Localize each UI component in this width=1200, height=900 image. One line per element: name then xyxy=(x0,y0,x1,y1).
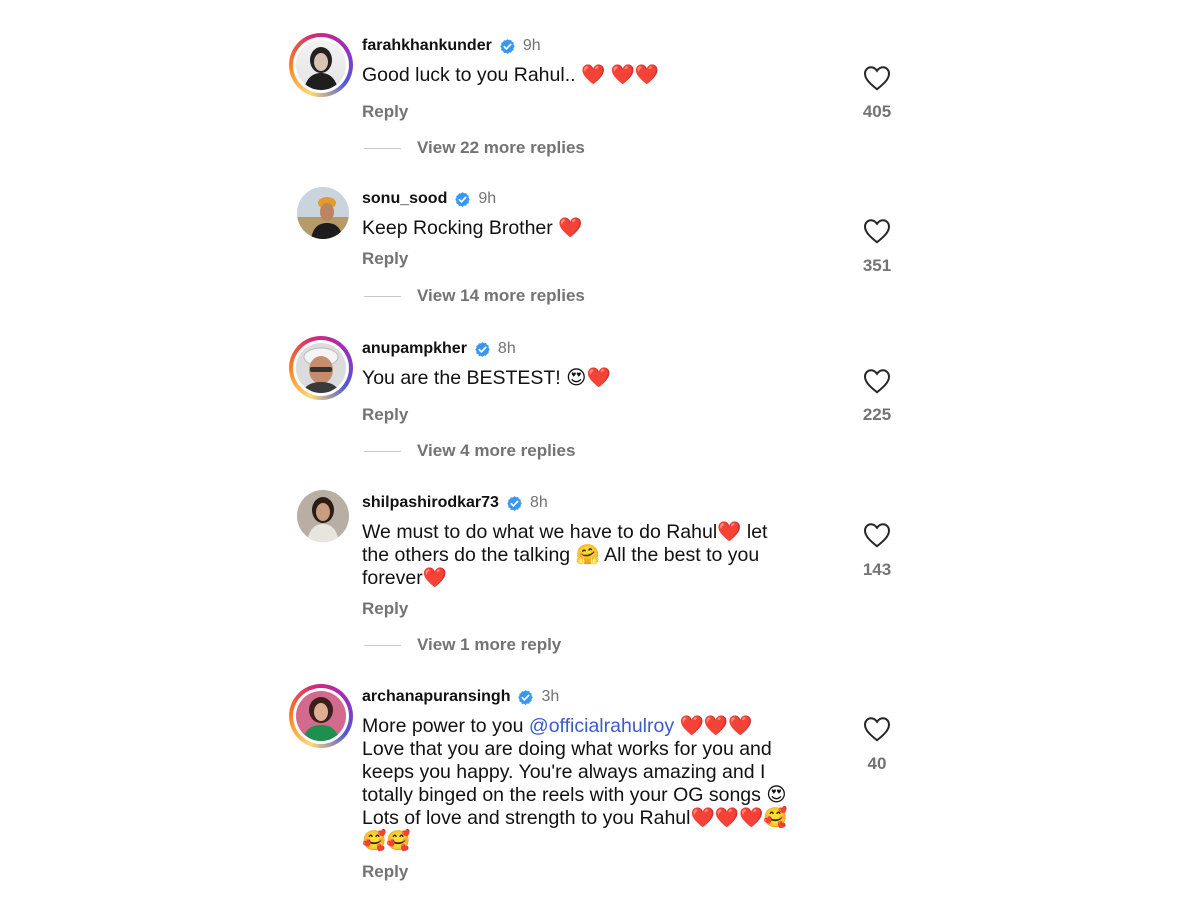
avatar-shilpashirodkar73[interactable] xyxy=(297,490,349,542)
comment-text-line: 🥰🥰 xyxy=(362,830,411,852)
view-replies-button[interactable]: View 1 more reply xyxy=(364,635,561,655)
reply-button[interactable]: Reply xyxy=(362,862,408,882)
divider-line xyxy=(364,147,401,149)
comment-text: Good luck to you Rahul.. ❤️ ❤️❤️ xyxy=(362,64,660,86)
view-replies-label: View 4 more replies xyxy=(417,441,576,460)
avatar-image xyxy=(297,187,349,239)
like-count[interactable]: 225 xyxy=(830,405,924,425)
like-heart-icon[interactable] xyxy=(863,368,891,394)
view-replies-button[interactable]: View 22 more replies xyxy=(364,138,585,158)
avatar-sonu_sood[interactable] xyxy=(297,187,349,239)
reply-button[interactable]: Reply xyxy=(362,405,408,425)
view-replies-label: View 1 more reply xyxy=(417,635,562,654)
comment-header: archanapuransingh 3h xyxy=(362,688,559,706)
comment-header: farahkhankunder 9h xyxy=(362,37,541,55)
verified-badge-icon xyxy=(454,191,471,208)
timestamp[interactable]: 8h xyxy=(498,340,516,358)
comment-text-line: Love that you are doing what works for y… xyxy=(362,738,772,760)
like-heart-icon[interactable] xyxy=(863,218,891,244)
avatar-ring-inner xyxy=(293,340,349,396)
avatar-archanapuransingh[interactable] xyxy=(289,684,353,748)
view-replies-label: View 22 more replies xyxy=(417,138,585,157)
like-count[interactable]: 40 xyxy=(830,754,924,774)
verified-badge-icon xyxy=(499,38,516,55)
comment-text: We must to do what we have to do Rahul❤️… xyxy=(362,521,812,590)
comment-text-line: Lots of love and strength to you Rahul❤️… xyxy=(362,807,788,829)
timestamp[interactable]: 9h xyxy=(478,190,496,208)
comment-text-line: forever❤️ xyxy=(362,567,447,589)
comment-text: Keep Rocking Brother ❤️ xyxy=(362,217,583,239)
view-replies-button[interactable]: View 14 more replies xyxy=(364,286,585,306)
reply-button[interactable]: Reply xyxy=(362,249,408,269)
reply-button[interactable]: Reply xyxy=(362,599,408,619)
like-heart-icon[interactable] xyxy=(863,522,891,548)
avatar-anupampkher[interactable] xyxy=(289,336,353,400)
like-heart-icon[interactable] xyxy=(863,716,891,742)
avatar-ring-inner xyxy=(293,688,349,744)
comment-text: More power to you @officialrahulroy ❤️❤️… xyxy=(362,715,832,853)
comment-text-line: We must to do what we have to do Rahul❤️… xyxy=(362,521,768,543)
avatar-farahkhankunder[interactable] xyxy=(289,33,353,97)
verified-badge-icon xyxy=(517,689,534,706)
comment-header: shilpashirodkar73 8h xyxy=(362,494,548,512)
avatar-ring-inner xyxy=(293,37,349,93)
like-heart-icon[interactable] xyxy=(863,65,891,91)
like-count[interactable]: 351 xyxy=(830,256,924,276)
verified-badge-icon xyxy=(474,341,491,358)
comment-text-suffix: ❤️❤️❤️ xyxy=(674,715,753,737)
avatar-image xyxy=(296,343,346,393)
comment-text-line: the others do the talking 🤗 All the best… xyxy=(362,544,760,566)
username[interactable]: farahkhankunder xyxy=(362,37,492,55)
username[interactable]: archanapuransingh xyxy=(362,688,510,706)
comment-text: You are the BESTEST! 😍❤️ xyxy=(362,367,611,389)
divider-line xyxy=(364,644,401,646)
avatar-image xyxy=(296,40,346,90)
comment-text-line: keeps you happy. You're always amazing a… xyxy=(362,761,766,783)
comment-text-line: totally binged on the reels with your OG… xyxy=(362,784,787,806)
username[interactable]: anupampkher xyxy=(362,340,467,358)
mention-link[interactable]: @officialrahulroy xyxy=(529,715,674,737)
avatar-image xyxy=(297,490,349,542)
like-count[interactable]: 405 xyxy=(830,102,924,122)
avatar-image xyxy=(296,691,346,741)
verified-badge-icon xyxy=(506,495,523,512)
view-replies-label: View 14 more replies xyxy=(417,286,585,305)
username[interactable]: sonu_sood xyxy=(362,190,447,208)
timestamp[interactable]: 9h xyxy=(523,37,541,55)
divider-line xyxy=(364,295,401,297)
comment-header: sonu_sood 9h xyxy=(362,190,496,208)
timestamp[interactable]: 8h xyxy=(530,494,548,512)
reply-button[interactable]: Reply xyxy=(362,102,408,122)
timestamp[interactable]: 3h xyxy=(541,688,559,706)
divider-line xyxy=(364,450,401,452)
username[interactable]: shilpashirodkar73 xyxy=(362,494,499,512)
comment-header: anupampkher 8h xyxy=(362,340,516,358)
comment-text-prefix: More power to you xyxy=(362,715,529,737)
view-replies-button[interactable]: View 4 more replies xyxy=(364,441,575,461)
like-count[interactable]: 143 xyxy=(830,560,924,580)
comment-text-line: More power to you @officialrahulroy ❤️❤️… xyxy=(362,715,832,738)
